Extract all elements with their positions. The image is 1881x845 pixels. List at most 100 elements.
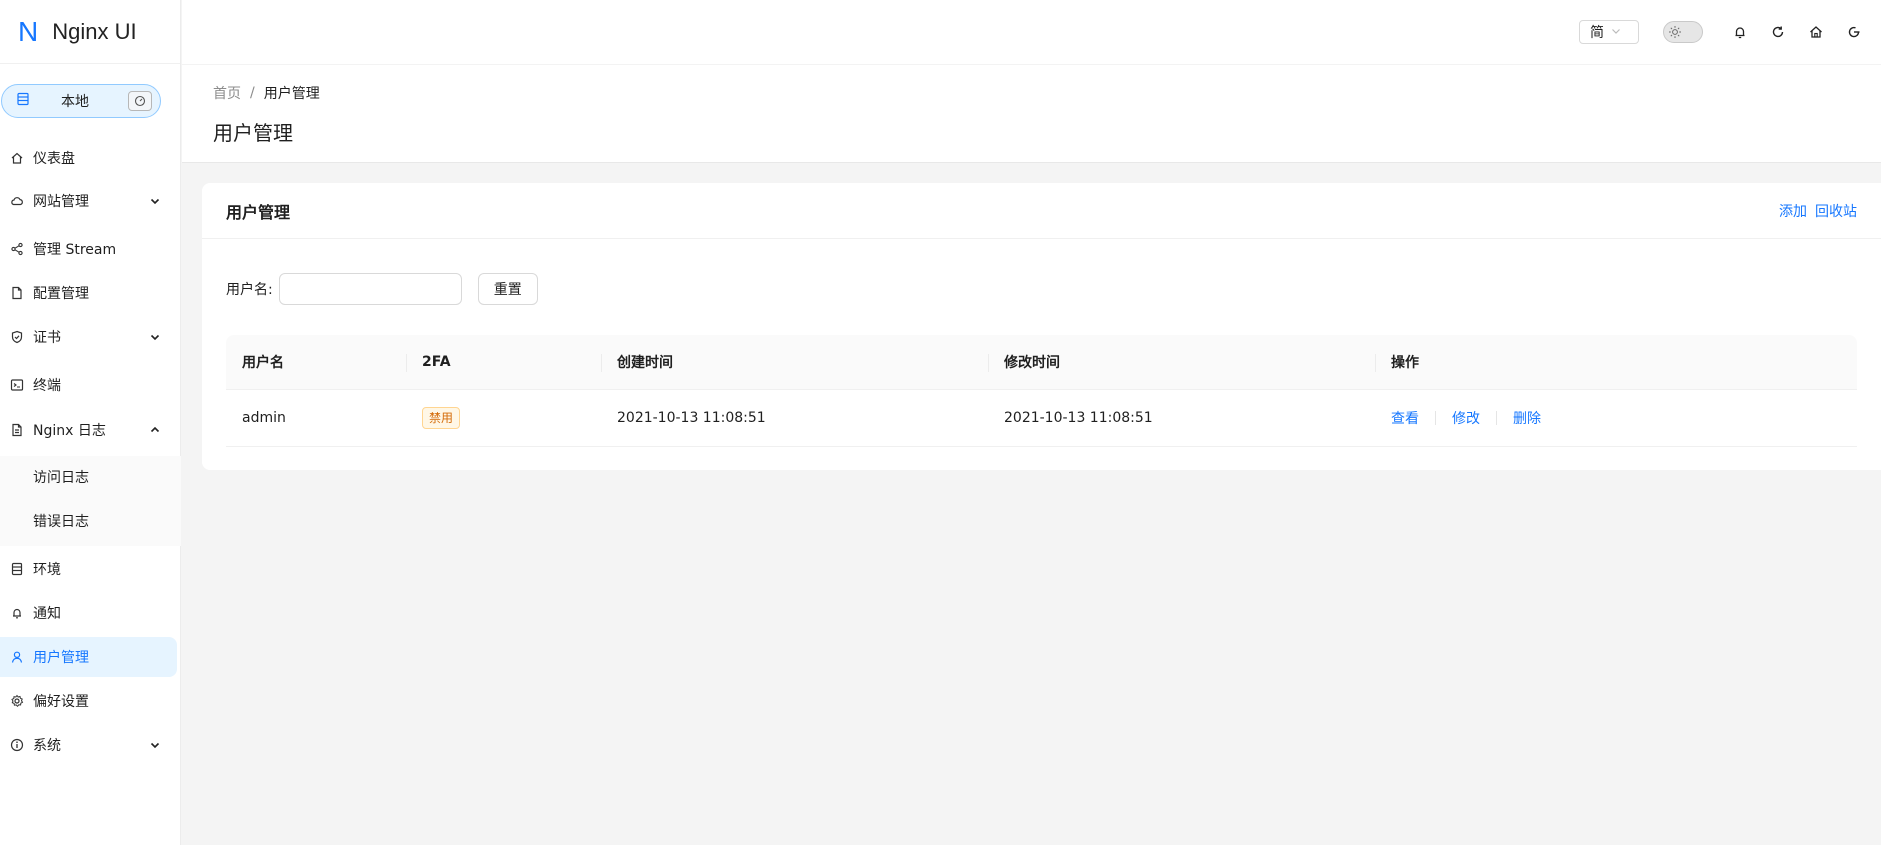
sidebar-item-label: 偏好设置 bbox=[33, 694, 89, 710]
theme-toggle[interactable] bbox=[1663, 21, 1703, 43]
chevron-down-icon bbox=[149, 195, 161, 207]
bell-icon bbox=[10, 606, 24, 620]
edit-button[interactable]: 修改 bbox=[1452, 408, 1480, 428]
sidebar-item-dashboard[interactable]: 仪表盘 bbox=[0, 138, 177, 178]
sidebar-item-label: 用户管理 bbox=[33, 650, 89, 666]
sidebar: N Nginx UI 本地 仪表盘 网站管理 管理 Stream 配置管理 证书 bbox=[0, 0, 181, 845]
chevron-down-icon bbox=[149, 739, 161, 751]
column-divider bbox=[601, 354, 602, 372]
column-header-label: 修改时间 bbox=[1004, 355, 1060, 371]
breadcrumb-home[interactable]: 首页 bbox=[213, 83, 241, 103]
sidebar-item-users[interactable]: 用户管理 bbox=[0, 637, 177, 677]
sidebar-item-sites[interactable]: 网站管理 bbox=[0, 181, 177, 221]
username-search-label: 用户名: bbox=[226, 282, 273, 298]
column-header-label: 2FA bbox=[422, 354, 451, 370]
page-header: 首页 / 用户管理 用户管理 bbox=[182, 64, 1881, 163]
language-select[interactable]: 简 bbox=[1579, 20, 1639, 44]
sidebar-item-label: Nginx 日志 bbox=[33, 423, 106, 439]
sidebar-item-certificates[interactable]: 证书 bbox=[0, 317, 177, 357]
cell-username: admin bbox=[242, 410, 286, 426]
breadcrumb-current: 用户管理 bbox=[263, 86, 320, 102]
bell-icon[interactable] bbox=[1731, 23, 1749, 41]
shield-icon bbox=[10, 330, 24, 344]
cloud-icon bbox=[10, 194, 24, 208]
breadcrumb-separator: / bbox=[250, 85, 255, 101]
info-icon bbox=[10, 738, 24, 752]
table-row: admin 禁用 2021-10-13 11:08:51 2021-10-13 … bbox=[226, 390, 1857, 447]
server-icon bbox=[16, 92, 30, 110]
action-divider bbox=[1435, 411, 1436, 425]
home-icon[interactable] bbox=[1807, 23, 1825, 41]
breadcrumb: 首页 / 用户管理 bbox=[213, 83, 320, 103]
sidebar-item-label: 管理 Stream bbox=[33, 242, 117, 258]
sidebar-item-label: 仪表盘 bbox=[33, 151, 75, 167]
file-text-icon bbox=[10, 423, 24, 437]
sidebar-item-system[interactable]: 系统 bbox=[0, 725, 177, 765]
app-logo[interactable]: N Nginx UI bbox=[0, 0, 180, 64]
column-header-actions: 操作 bbox=[1375, 335, 1857, 389]
gear-icon bbox=[10, 694, 24, 708]
column-header-2fa: 2FA bbox=[406, 335, 601, 389]
sidebar-item-nginx-logs[interactable]: Nginx 日志 bbox=[0, 410, 177, 450]
sidebar-item-label: 配置管理 bbox=[33, 286, 89, 302]
chevron-up-icon bbox=[149, 424, 161, 436]
column-divider bbox=[406, 354, 407, 372]
column-divider bbox=[988, 354, 989, 372]
sidebar-item-environments[interactable]: 环境 bbox=[0, 549, 177, 589]
logo-mark: N bbox=[18, 15, 39, 47]
status-badge: 禁用 bbox=[422, 407, 461, 429]
sidebar-item-preferences[interactable]: 偏好设置 bbox=[0, 681, 177, 721]
add-user-button[interactable]: 添加 bbox=[1779, 201, 1807, 221]
sidebar-item-error-log[interactable]: 错误日志 bbox=[0, 501, 181, 541]
reset-button[interactable]: 重置 bbox=[477, 273, 538, 305]
sidebar-item-label: 终端 bbox=[33, 378, 61, 394]
chevron-down-icon bbox=[149, 331, 161, 343]
card-title: 用户管理 bbox=[226, 202, 291, 222]
column-header-created: 创建时间 bbox=[601, 335, 988, 389]
trash-button[interactable]: 回收站 bbox=[1815, 201, 1857, 221]
sidebar-item-label: 环境 bbox=[33, 562, 61, 578]
page-title: 用户管理 bbox=[213, 121, 293, 145]
sidebar-item-stream[interactable]: 管理 Stream bbox=[0, 229, 177, 269]
reload-icon[interactable] bbox=[1769, 23, 1787, 41]
sidebar-item-label: 网站管理 bbox=[33, 194, 89, 210]
sidebar-item-terminal[interactable]: 终端 bbox=[0, 365, 177, 405]
cell-actions: 查看 修改 删除 bbox=[1375, 408, 1857, 428]
environment-label: 本地 bbox=[61, 94, 89, 110]
card-header: 用户管理 添加 回收站 bbox=[202, 183, 1881, 239]
delete-button[interactable]: 删除 bbox=[1513, 408, 1541, 428]
logout-icon[interactable] bbox=[1845, 23, 1863, 41]
sidebar-item-notifications[interactable]: 通知 bbox=[0, 593, 177, 633]
column-header-label: 操作 bbox=[1391, 355, 1419, 371]
sidebar-item-label: 证书 bbox=[33, 330, 61, 346]
file-icon bbox=[10, 286, 24, 300]
username-search-input[interactable] bbox=[278, 273, 462, 305]
sidebar-item-config[interactable]: 配置管理 bbox=[0, 273, 177, 313]
sidebar-item-label: 系统 bbox=[33, 738, 61, 754]
database-icon bbox=[10, 562, 24, 576]
app-name: Nginx UI bbox=[52, 18, 137, 44]
share-icon bbox=[10, 242, 24, 256]
cell-modified: 2021-10-13 11:08:51 bbox=[1004, 410, 1153, 426]
environment-selector[interactable]: 本地 bbox=[1, 84, 161, 118]
cell-2fa: 禁用 bbox=[406, 407, 601, 429]
cell-created: 2021-10-13 11:08:51 bbox=[617, 410, 766, 426]
table-header: 用户名 2FA 创建时间 修改时间 操作 bbox=[226, 335, 1857, 390]
column-header-username: 用户名 bbox=[226, 335, 406, 389]
column-divider bbox=[1375, 354, 1376, 372]
sidebar-item-access-log[interactable]: 访问日志 bbox=[0, 457, 181, 497]
terminal-icon bbox=[10, 378, 24, 392]
action-divider bbox=[1496, 411, 1497, 425]
sidebar-item-label: 错误日志 bbox=[33, 514, 89, 530]
home-icon bbox=[10, 151, 24, 165]
users-table: 用户名 2FA 创建时间 修改时间 操作 admin 禁用 2021-10-13… bbox=[226, 335, 1857, 447]
language-value: 简 bbox=[1590, 25, 1604, 41]
sidebar-item-label: 通知 bbox=[33, 606, 61, 622]
view-button[interactable]: 查看 bbox=[1391, 408, 1419, 428]
user-icon bbox=[10, 650, 24, 664]
search-form: 用户名: 重置 bbox=[226, 273, 538, 305]
dashboard-icon[interactable] bbox=[128, 91, 152, 111]
column-header-modified: 修改时间 bbox=[988, 335, 1375, 389]
chevron-down-icon bbox=[1611, 24, 1632, 40]
sun-icon bbox=[1668, 25, 1682, 39]
